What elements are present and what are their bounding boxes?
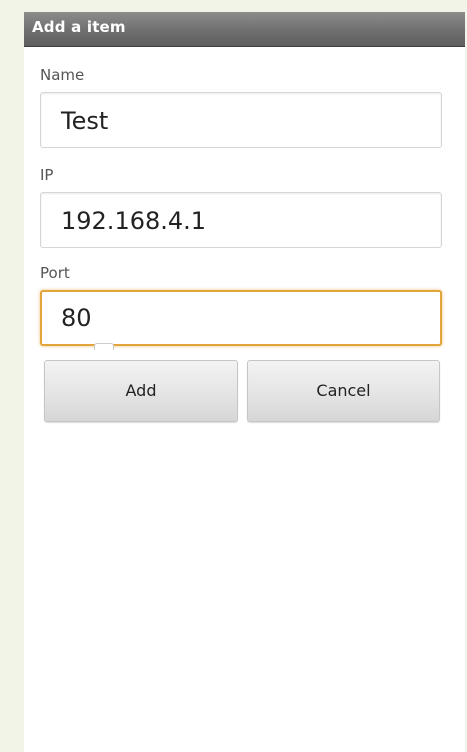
app-screen: Add a item Name Test IP 192.168.4.1 Port… <box>24 12 465 752</box>
dialog-title-bar: Add a item <box>24 12 465 47</box>
dialog-title: Add a item <box>32 18 126 36</box>
name-label: Name <box>40 66 85 84</box>
add-button[interactable]: Add <box>44 360 238 422</box>
name-input[interactable]: Test <box>40 92 442 148</box>
text-cursor-handle[interactable] <box>94 343 114 350</box>
ip-label: IP <box>40 166 54 184</box>
port-input[interactable]: 80 <box>40 290 442 350</box>
ip-input[interactable]: 192.168.4.1 <box>40 192 442 248</box>
port-value: 80 <box>61 304 92 332</box>
cancel-button[interactable]: Cancel <box>247 360 440 422</box>
port-label: Port <box>40 264 70 282</box>
